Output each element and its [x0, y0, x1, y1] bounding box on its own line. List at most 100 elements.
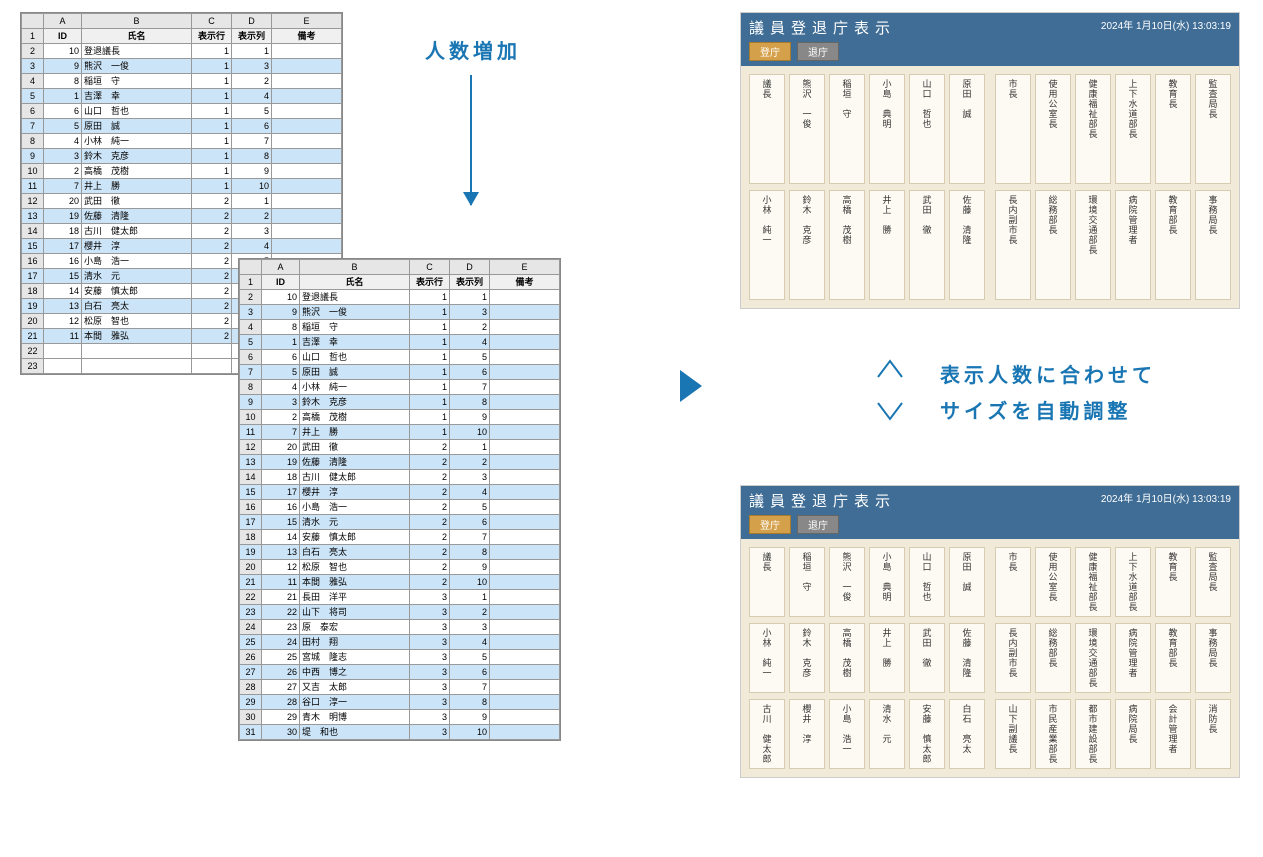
cell-remark[interactable] — [272, 134, 342, 149]
cell-name[interactable]: 小島 浩一 — [82, 254, 192, 269]
cell-name[interactable]: 堤 和也 — [300, 725, 410, 740]
cell-remark[interactable] — [490, 455, 560, 470]
cell-id[interactable]: 25 — [262, 650, 300, 665]
cell-col[interactable]: 7 — [450, 530, 490, 545]
cell-name[interactable]: 高橋 茂樹 — [300, 410, 410, 425]
btn-out[interactable]: 退庁 — [797, 515, 839, 534]
cell-col[interactable]: 9 — [232, 164, 272, 179]
cell-id[interactable]: 6 — [262, 350, 300, 365]
cell-remark[interactable] — [490, 425, 560, 440]
table-row[interactable]: 1220武田 徹21 — [22, 194, 342, 209]
cell-name[interactable]: 熊沢 一俊 — [300, 305, 410, 320]
cell-row[interactable]: 3 — [410, 635, 450, 650]
table-row[interactable]: 51吉澤 幸14 — [240, 335, 560, 350]
cell-remark[interactable] — [490, 335, 560, 350]
cell-id[interactable]: 13 — [262, 545, 300, 560]
cell-col[interactable]: 6 — [450, 665, 490, 680]
cell-name[interactable]: 稲垣 守 — [82, 74, 192, 89]
cell-row[interactable]: 1 — [410, 425, 450, 440]
cell-name[interactable] — [82, 359, 192, 374]
cell-col[interactable]: 6 — [450, 365, 490, 380]
cell-row[interactable]: 1 — [410, 335, 450, 350]
cell-row[interactable]: 3 — [410, 680, 450, 695]
cell-row[interactable]: 3 — [410, 665, 450, 680]
cell-col[interactable]: 9 — [450, 560, 490, 575]
row-number[interactable]: 29 — [240, 695, 262, 710]
table-row[interactable]: 1814安藤 慎太郎27 — [240, 530, 560, 545]
cell-col[interactable]: 6 — [232, 119, 272, 134]
cell-remark[interactable] — [490, 545, 560, 560]
table-row[interactable]: 2221長田 洋平31 — [240, 590, 560, 605]
cell-name[interactable]: 清水 元 — [300, 515, 410, 530]
cell-remark[interactable] — [490, 320, 560, 335]
table-row[interactable]: 102高橋 茂樹19 — [240, 410, 560, 425]
table-row[interactable]: 1517櫻井 淳24 — [240, 485, 560, 500]
cell-row[interactable]: 1 — [410, 305, 450, 320]
table-row[interactable]: 1319佐藤 清隆22 — [22, 209, 342, 224]
row-number[interactable]: 3 — [22, 59, 44, 74]
cell-name[interactable]: 吉澤 幸 — [300, 335, 410, 350]
row-number[interactable]: 1 — [22, 29, 44, 44]
cell-remark[interactable] — [490, 305, 560, 320]
cell-id[interactable]: 15 — [44, 269, 82, 284]
cell-row[interactable] — [192, 359, 232, 374]
cell-row[interactable]: 2 — [192, 224, 232, 239]
row-number[interactable]: 21 — [240, 575, 262, 590]
cell-col[interactable]: 1 — [450, 440, 490, 455]
cell-name[interactable]: 松原 智也 — [82, 314, 192, 329]
cell-col[interactable]: 5 — [450, 350, 490, 365]
cell-remark[interactable] — [490, 530, 560, 545]
cell-remark[interactable] — [272, 194, 342, 209]
cell-name[interactable]: 山口 哲也 — [82, 104, 192, 119]
cell-row[interactable]: 2 — [410, 515, 450, 530]
cell-row[interactable] — [192, 344, 232, 359]
cell-col[interactable]: 3 — [450, 620, 490, 635]
cell-id[interactable]: 8 — [44, 74, 82, 89]
table-row[interactable]: 84小林 純一17 — [240, 380, 560, 395]
cell-row[interactable]: 3 — [410, 590, 450, 605]
cell-col[interactable]: 9 — [450, 710, 490, 725]
cell-id[interactable]: 4 — [262, 380, 300, 395]
row-number[interactable]: 1 — [240, 275, 262, 290]
row-number[interactable]: 24 — [240, 620, 262, 635]
cell-name[interactable]: 佐藤 清隆 — [82, 209, 192, 224]
row-number[interactable]: 9 — [22, 149, 44, 164]
row-number[interactable]: 11 — [240, 425, 262, 440]
table-row[interactable]: 1418古川 健太郎23 — [22, 224, 342, 239]
cell-name[interactable]: 稲垣 守 — [300, 320, 410, 335]
cell-remark[interactable] — [272, 209, 342, 224]
cell-id[interactable]: 1 — [44, 89, 82, 104]
table-row[interactable]: 2625宮城 隆志35 — [240, 650, 560, 665]
cell-col[interactable]: 5 — [450, 650, 490, 665]
table-row[interactable]: 66山口 哲也15 — [22, 104, 342, 119]
cell-name[interactable]: 熊沢 一俊 — [82, 59, 192, 74]
cell-remark[interactable] — [490, 560, 560, 575]
cell-col[interactable]: 2 — [232, 74, 272, 89]
cell-id[interactable]: 10 — [262, 290, 300, 305]
row-number[interactable]: 23 — [22, 359, 44, 374]
cell-col[interactable]: 7 — [450, 380, 490, 395]
cell-remark[interactable] — [272, 149, 342, 164]
cell-row[interactable]: 1 — [192, 104, 232, 119]
table-row[interactable]: 39熊沢 一俊13 — [240, 305, 560, 320]
cell-col[interactable]: 8 — [450, 695, 490, 710]
cell-id[interactable]: 18 — [44, 224, 82, 239]
cell-row[interactable]: 1 — [410, 410, 450, 425]
btn-in[interactable]: 登庁 — [749, 42, 791, 61]
row-number[interactable]: 15 — [22, 239, 44, 254]
cell-name[interactable]: 谷口 淳一 — [300, 695, 410, 710]
cell-id[interactable]: 4 — [44, 134, 82, 149]
cell-remark[interactable] — [490, 290, 560, 305]
cell-id[interactable]: 6 — [44, 104, 82, 119]
cell-row[interactable]: 2 — [192, 194, 232, 209]
cell-remark[interactable] — [490, 440, 560, 455]
cell-id[interactable]: 16 — [262, 500, 300, 515]
cell-col[interactable]: 8 — [232, 149, 272, 164]
cell-id[interactable]: 24 — [262, 635, 300, 650]
row-number[interactable]: 8 — [22, 134, 44, 149]
cell-name[interactable]: 田村 翔 — [300, 635, 410, 650]
row-number[interactable]: 7 — [240, 365, 262, 380]
row-number[interactable]: 19 — [22, 299, 44, 314]
cell-remark[interactable] — [490, 365, 560, 380]
cell-remark[interactable] — [272, 119, 342, 134]
